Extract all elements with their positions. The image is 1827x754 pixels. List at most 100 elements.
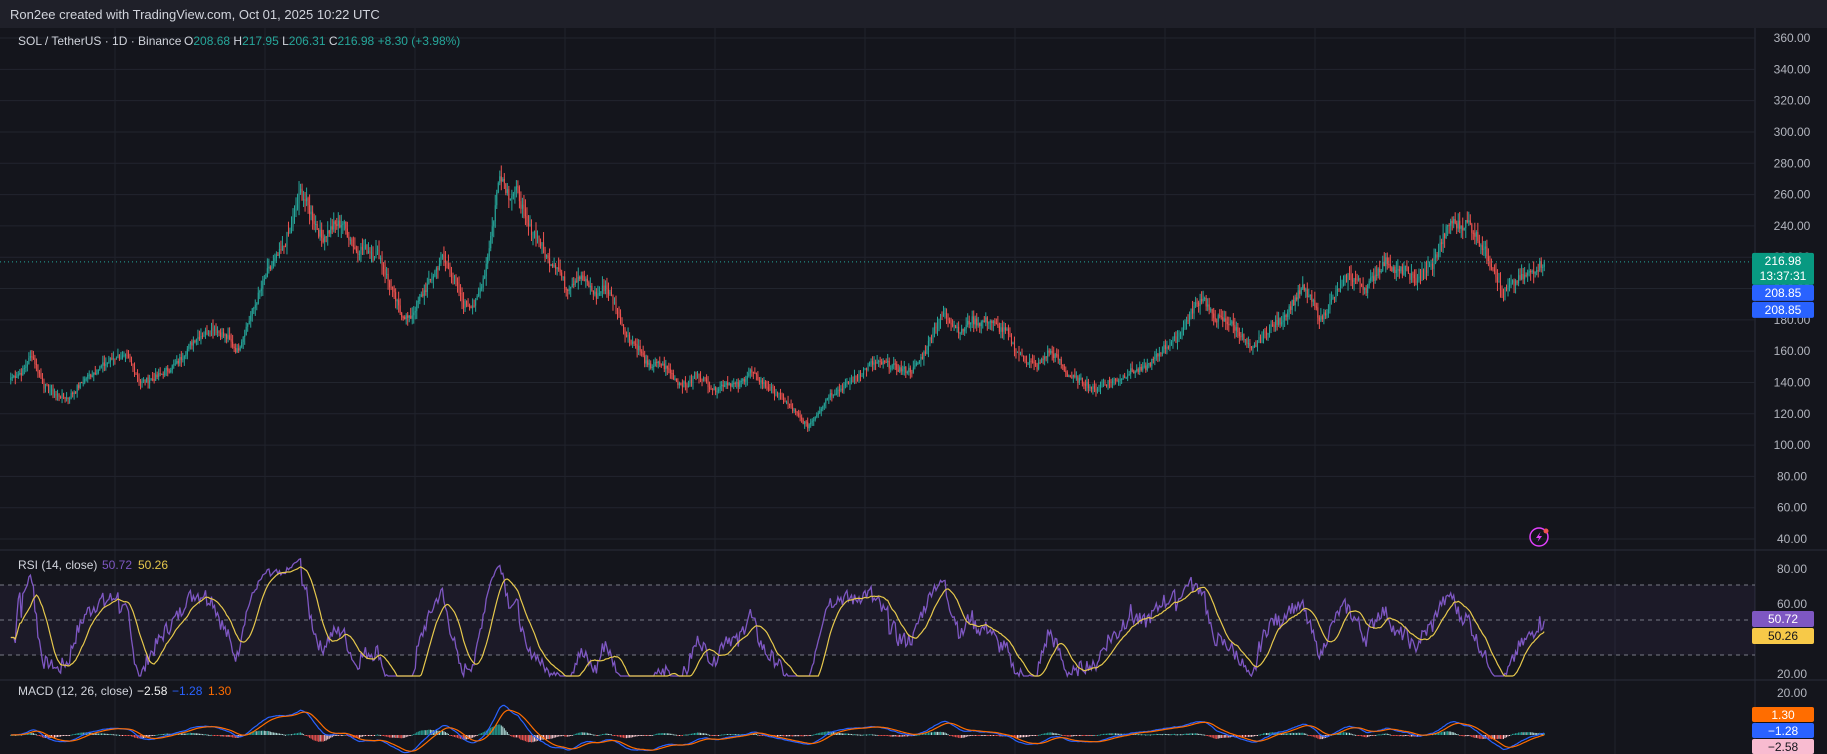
macd-bar-236 [366, 735, 368, 736]
candle-body-788 [1199, 298, 1201, 307]
candle-body-506 [773, 387, 776, 395]
candle-body-858 [1305, 289, 1307, 291]
candle-body-159 [250, 315, 252, 321]
candle-body-158 [248, 320, 250, 325]
candle-body-321 [494, 205, 496, 222]
macd-bar-450 [689, 733, 691, 735]
macd-bar-581 [887, 735, 889, 736]
macd-bar-429 [657, 733, 659, 735]
rsi-tag: 50.72 [1768, 612, 1798, 626]
macd-bar-885 [1345, 732, 1348, 735]
candle-body-267 [413, 312, 415, 316]
macd-bar-42 [73, 733, 75, 735]
macd-bar-176 [275, 732, 277, 735]
candle-body-563 [859, 375, 862, 377]
candle-body-987 [1499, 281, 1502, 291]
macd-bar-608 [927, 732, 929, 735]
macd-bar-383 [588, 733, 590, 735]
candle-body-316 [487, 256, 489, 264]
candle-body-465 [712, 389, 714, 391]
candle-body-594 [906, 371, 908, 373]
candle-body-838 [1275, 319, 1277, 328]
macd-bar-996 [1513, 733, 1515, 735]
candle-body-264 [408, 315, 410, 318]
macd-bar-1009 [1533, 732, 1535, 735]
macd-bar-122 [194, 733, 196, 735]
macd-bar-778 [1184, 733, 1186, 735]
macd-bar-208 [324, 735, 326, 742]
macd-bar-679 [1035, 735, 1037, 736]
candle-body-405 [621, 323, 623, 325]
candle-body-571 [872, 360, 874, 365]
candle-body-221 [343, 221, 345, 224]
macd-bar-221 [343, 734, 345, 736]
macd-bar-827 [1258, 734, 1260, 736]
macd-bar-323 [497, 724, 499, 735]
macd-bar-440 [674, 734, 676, 736]
macd-bar-183 [286, 734, 288, 736]
candle-body-948 [1441, 242, 1443, 244]
candle-body-996 [1513, 280, 1515, 286]
macd-bar-675 [1029, 735, 1031, 737]
candle-body-751 [1143, 365, 1145, 367]
candle-body-704 [1072, 374, 1074, 378]
candle-body-199 [310, 211, 312, 215]
candle-body-733 [1116, 379, 1118, 382]
candle-body-890 [1353, 278, 1355, 282]
macd-bar-360 [553, 735, 555, 738]
candle-body-404 [620, 313, 622, 324]
candle-body-641 [977, 323, 979, 326]
macd-bar-791 [1204, 734, 1206, 736]
macd-bar-1002 [1522, 732, 1524, 735]
candle-body-310 [478, 292, 480, 297]
candle-body-18 [37, 364, 39, 373]
macd-bar-896 [1362, 735, 1364, 737]
candle-body-77 [126, 354, 128, 356]
candle-body-362 [556, 267, 558, 269]
candle-body-280 [432, 276, 434, 280]
candle-body-789 [1201, 298, 1203, 302]
candle-body-521 [796, 411, 798, 414]
candle-body-695 [1059, 359, 1061, 361]
macd-bar-254 [393, 735, 395, 738]
macd-bar-760 [1157, 733, 1159, 735]
candle-body-841 [1279, 318, 1281, 325]
candle-body-720 [1096, 389, 1099, 392]
macd-bar-575 [878, 735, 880, 736]
candle-body-419 [642, 352, 644, 356]
candle-body-1015 [1542, 266, 1544, 268]
macd-bar-615 [938, 731, 940, 735]
candle-body-156 [245, 326, 247, 336]
macd-bar-667 [1016, 735, 1019, 738]
macd-bar-591 [902, 735, 904, 737]
candle-body-373 [573, 283, 575, 285]
candle-body-91 [147, 377, 149, 384]
macd-bar-990 [1504, 735, 1506, 739]
macd-bar-245 [380, 734, 382, 736]
macd-bar-448 [686, 734, 688, 736]
candle-body-464 [710, 388, 712, 390]
candle-body-596 [909, 367, 911, 373]
price-tag-2: 208.85 [1765, 286, 1802, 300]
macd-bar-562 [858, 734, 860, 736]
macd-bar-378 [580, 732, 582, 735]
candle-body-954 [1450, 220, 1452, 226]
candle-body-10 [25, 366, 27, 368]
macd-bar-461 [706, 733, 708, 735]
macd-bar-372 [571, 735, 573, 736]
candle-body-503 [769, 389, 771, 391]
macd-bar-647 [986, 735, 988, 736]
candle-body-444 [680, 382, 682, 386]
candle-body-76 [124, 354, 126, 356]
macd-bar-59 [99, 733, 101, 735]
candle-body-599 [914, 365, 916, 368]
trading-chart[interactable]: 360.00340.00320.00300.00280.00260.00240.… [0, 28, 1827, 754]
macd-bar-893 [1358, 735, 1360, 736]
candle-body-33 [60, 397, 62, 399]
macd-bar-66 [109, 733, 111, 735]
candle-body-266 [411, 315, 413, 319]
candle-body-597 [911, 372, 913, 374]
candle-body-259 [401, 312, 403, 317]
candle-body-913 [1388, 263, 1390, 265]
candle-body-770 [1172, 337, 1174, 343]
